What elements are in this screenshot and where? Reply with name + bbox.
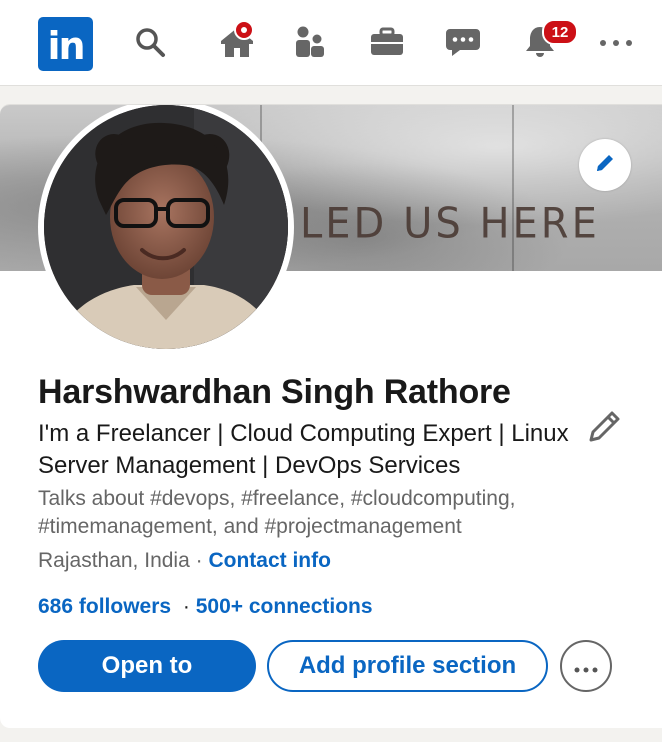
nav-jobs[interactable] bbox=[364, 16, 410, 72]
contact-info-link[interactable]: Contact info bbox=[208, 549, 330, 572]
profile-talks-about: Talks about #devops, #freelance, #cloudc… bbox=[38, 487, 516, 538]
profile-name: Harshwardhan Singh Rathore bbox=[38, 373, 511, 411]
search-button[interactable] bbox=[128, 16, 172, 72]
profile-card: LED US HERE Harshwardhan Singh Rathore I… bbox=[0, 104, 662, 728]
pencil-icon bbox=[594, 152, 616, 179]
more-button[interactable] bbox=[596, 16, 636, 72]
messaging-icon bbox=[444, 25, 482, 64]
more-icon bbox=[598, 35, 634, 53]
profile-headline: I'm a Freelancer | Cloud Computing Exper… bbox=[38, 420, 569, 479]
profile-stats: 686 followers · 500+ connections bbox=[38, 595, 373, 619]
profile-location: Rajasthan, India bbox=[38, 549, 190, 572]
cover-photo-text: LED US HERE bbox=[300, 199, 600, 249]
add-profile-section-button[interactable]: Add profile section bbox=[267, 640, 548, 692]
search-icon bbox=[134, 26, 166, 63]
connections-link[interactable]: 500+ connections bbox=[196, 595, 373, 618]
home-dot-badge bbox=[234, 20, 254, 40]
nav-messaging[interactable] bbox=[440, 16, 486, 72]
profile-photo bbox=[44, 105, 288, 349]
nav-home[interactable] bbox=[212, 16, 262, 72]
more-actions-button[interactable] bbox=[560, 640, 612, 692]
profile-avatar[interactable] bbox=[38, 105, 294, 355]
open-to-button[interactable]: Open to bbox=[38, 640, 256, 692]
nav-notifications[interactable]: 12 bbox=[518, 16, 578, 72]
location-separator: · bbox=[189, 549, 209, 572]
stats-separator: · bbox=[182, 595, 196, 618]
edit-cover-button[interactable] bbox=[579, 139, 631, 191]
profile-location-row: Rajasthan, India · Contact info bbox=[38, 549, 331, 573]
nav-my-network[interactable] bbox=[286, 16, 332, 72]
top-nav: in 12 bbox=[0, 0, 662, 86]
linkedin-logo[interactable]: in bbox=[38, 17, 93, 71]
jobs-icon bbox=[369, 25, 405, 64]
more-icon bbox=[574, 652, 598, 680]
followers-link[interactable]: 686 followers bbox=[38, 595, 171, 618]
my-network-icon bbox=[291, 24, 327, 65]
notifications-badge: 12 bbox=[542, 19, 578, 45]
